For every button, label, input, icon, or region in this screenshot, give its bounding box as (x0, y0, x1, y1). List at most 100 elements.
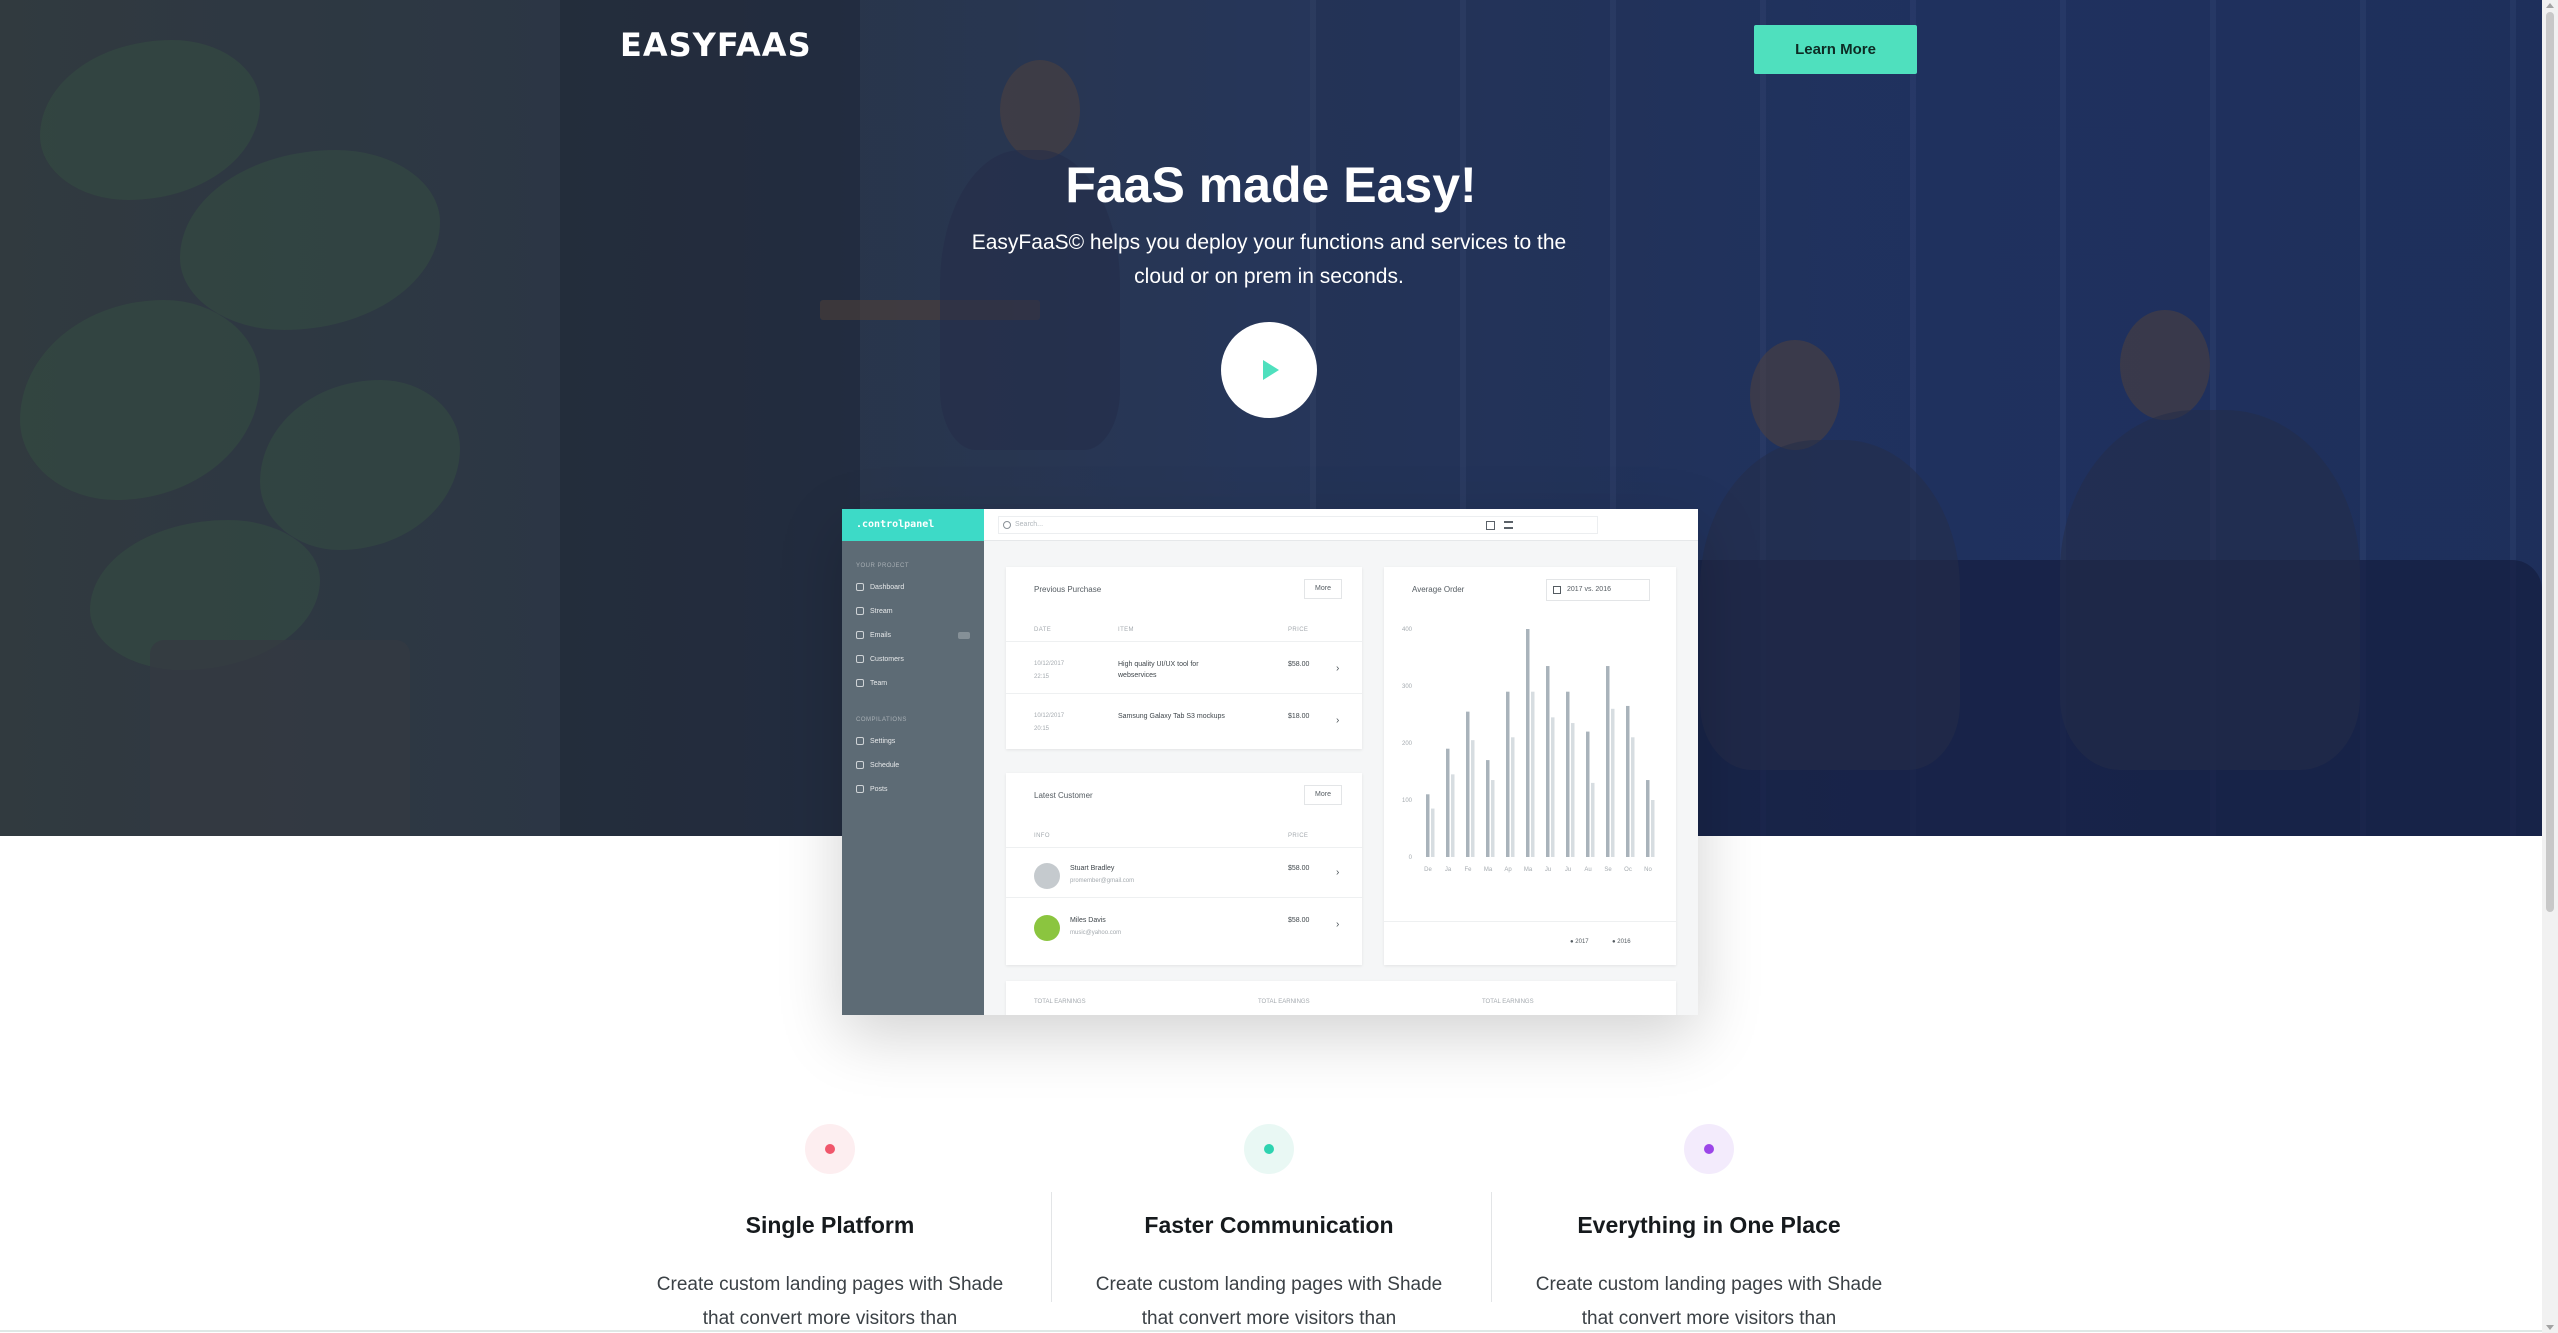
column-header: PRICE (1288, 627, 1309, 633)
mockup-badge (958, 631, 970, 639)
play-video-button[interactable] (1221, 322, 1317, 418)
x-tick-label: De (1424, 867, 1432, 873)
hero-subtitle: EasyFaaS© helps you deploy your function… (971, 231, 1567, 288)
mockup-nav-group: Settings Schedule Posts (842, 729, 984, 801)
mockup-brand: .controlpanel (842, 509, 984, 541)
bar-2017 (1606, 666, 1610, 857)
mockup-nav-item: Dashboard (842, 575, 984, 599)
bar-2016 (1571, 723, 1575, 857)
bar-2016 (1611, 708, 1615, 857)
bar-2017 (1566, 691, 1570, 857)
y-tick-label: 0 (1409, 855, 1413, 861)
mockup-sidebar: .controlpanel YOUR PROJECT Dashboard Str… (842, 509, 984, 1015)
x-tick-label: Ap (1504, 867, 1512, 873)
customer-email: music@yahoo.com (1070, 930, 1122, 936)
card-title: Previous Purchase (1034, 585, 1102, 594)
mockup-nav-item: Schedule (842, 753, 984, 777)
scroll-up-arrow-icon[interactable] (2546, 3, 2554, 8)
learn-more-button[interactable]: Learn More (1754, 25, 1917, 74)
play-icon (1263, 360, 1279, 380)
purchase-date: 10/12/2017 (1034, 661, 1065, 667)
dot-icon (1264, 1144, 1274, 1154)
feature-icon-faster-communication (1244, 1124, 1294, 1174)
feature-description: Create custom landing pages with Shade t… (656, 1274, 1004, 1329)
landing-page: EASYFAAS Learn More FaaS made Easy! Easy… (0, 0, 2558, 1333)
y-tick-label: 100 (1402, 798, 1413, 804)
purchase-item: High quality UI/UX tool for webservices (1118, 661, 1199, 679)
scrollbar-thumb[interactable] (2546, 12, 2554, 912)
bar-2016 (1451, 774, 1455, 857)
customer-name: Miles Davis (1070, 917, 1106, 924)
purchase-item: Samsung Galaxy Tab S3 mockups (1118, 713, 1225, 720)
scroll-down-arrow-icon[interactable] (2546, 1325, 2554, 1330)
dot-icon (1704, 1144, 1714, 1154)
customer-price: $58.00 (1288, 865, 1310, 872)
gear-icon (856, 737, 864, 745)
feature-icon-everything-in-one-place (1684, 1124, 1734, 1174)
bar-2016 (1511, 737, 1515, 857)
feature-title: Faster Communication (1144, 1212, 1394, 1238)
page-scrollbar[interactable] (2542, 0, 2558, 1333)
x-tick-label: Oc (1624, 867, 1632, 873)
more-button: More (1304, 785, 1342, 805)
brand-logo[interactable]: EASYFAAS (620, 26, 812, 64)
feature-description: Create custom landing pages with Shade t… (1535, 1274, 1883, 1329)
bar-2016 (1631, 737, 1635, 857)
x-tick-label: Ju (1545, 867, 1551, 873)
purchase-time: 20:15 (1034, 726, 1050, 732)
chevron-right-icon: › (1336, 663, 1340, 674)
mockup-nav-item: Customers (842, 647, 984, 671)
hero-title: FaaS made Easy! (1065, 157, 1477, 213)
row-divider (1006, 641, 1362, 642)
customer-email: promember@gmail.com (1070, 878, 1135, 884)
total-earnings-label: TOTAL EARNINGS (1258, 999, 1310, 1005)
mockup-nav-item: Emails (842, 623, 984, 647)
user-icon (856, 655, 864, 663)
mockup-nav-item: Stream (842, 599, 984, 623)
purchase-time: 22:15 (1034, 674, 1050, 680)
calendar-icon (856, 761, 864, 769)
bottom-edge-line (0, 1330, 2542, 1332)
bar-2017 (1626, 705, 1630, 857)
y-tick-label: 200 (1402, 741, 1413, 747)
dashboard-mockup: .controlpanel YOUR PROJECT Dashboard Str… (842, 509, 1698, 1015)
link-icon (856, 785, 864, 793)
feature-title: Everything in One Place (1577, 1212, 1841, 1238)
legend-item: ● 2016 (1612, 939, 1631, 945)
x-tick-label: Ja (1445, 867, 1452, 873)
link-icon (856, 607, 864, 615)
chevron-right-icon: › (1336, 919, 1340, 930)
bar-2016 (1531, 691, 1535, 857)
row-divider (1006, 897, 1362, 898)
legend-item: ● 2017 (1570, 939, 1589, 945)
bar-2016 (1491, 780, 1495, 857)
bar-2016 (1591, 782, 1595, 857)
more-button: More (1304, 579, 1342, 599)
avatar (1034, 915, 1060, 941)
y-tick-label: 400 (1402, 627, 1413, 633)
y-tick-label: 300 (1402, 684, 1413, 690)
mockup-nav-group: Dashboard Stream Emails Customers Team (842, 575, 984, 695)
bar-2017 (1426, 794, 1430, 857)
average-order-card: Average Order 2017 vs. 2016 400 300 200 100… (1384, 567, 1676, 965)
row-divider (1384, 921, 1676, 922)
x-tick-label: Au (1584, 867, 1591, 873)
purchase-price: $18.00 (1288, 713, 1310, 720)
bar-2017 (1586, 731, 1590, 857)
bar-2016 (1471, 740, 1475, 857)
x-tick-label: Ma (1484, 867, 1493, 873)
bar-2017 (1526, 629, 1530, 857)
mockup-section-label: YOUR PROJECT (856, 563, 910, 569)
mockup-nav-item: Team (842, 671, 984, 695)
mockup-nav-item: Posts (842, 777, 984, 801)
average-order-chart: 400 300 200 100 0 De Ja Fe Ma Ap Ma Ju Ju Au Se Oc No (1402, 627, 1655, 873)
purchase-date: 10/12/2017 (1034, 713, 1065, 719)
mockup-section-label: COMPILATIONS (856, 717, 907, 723)
chevron-right-icon: › (1336, 867, 1340, 878)
column-header: DATE (1034, 627, 1052, 633)
x-tick-label: Ma (1524, 867, 1533, 873)
total-earnings-strip: TOTAL EARNINGS TOTAL EARNINGS TOTAL EARN… (1006, 981, 1676, 1015)
bar-2017 (1486, 760, 1490, 857)
feature-description: Create custom landing pages with Shade t… (1095, 1274, 1443, 1329)
row-divider (1006, 847, 1362, 848)
